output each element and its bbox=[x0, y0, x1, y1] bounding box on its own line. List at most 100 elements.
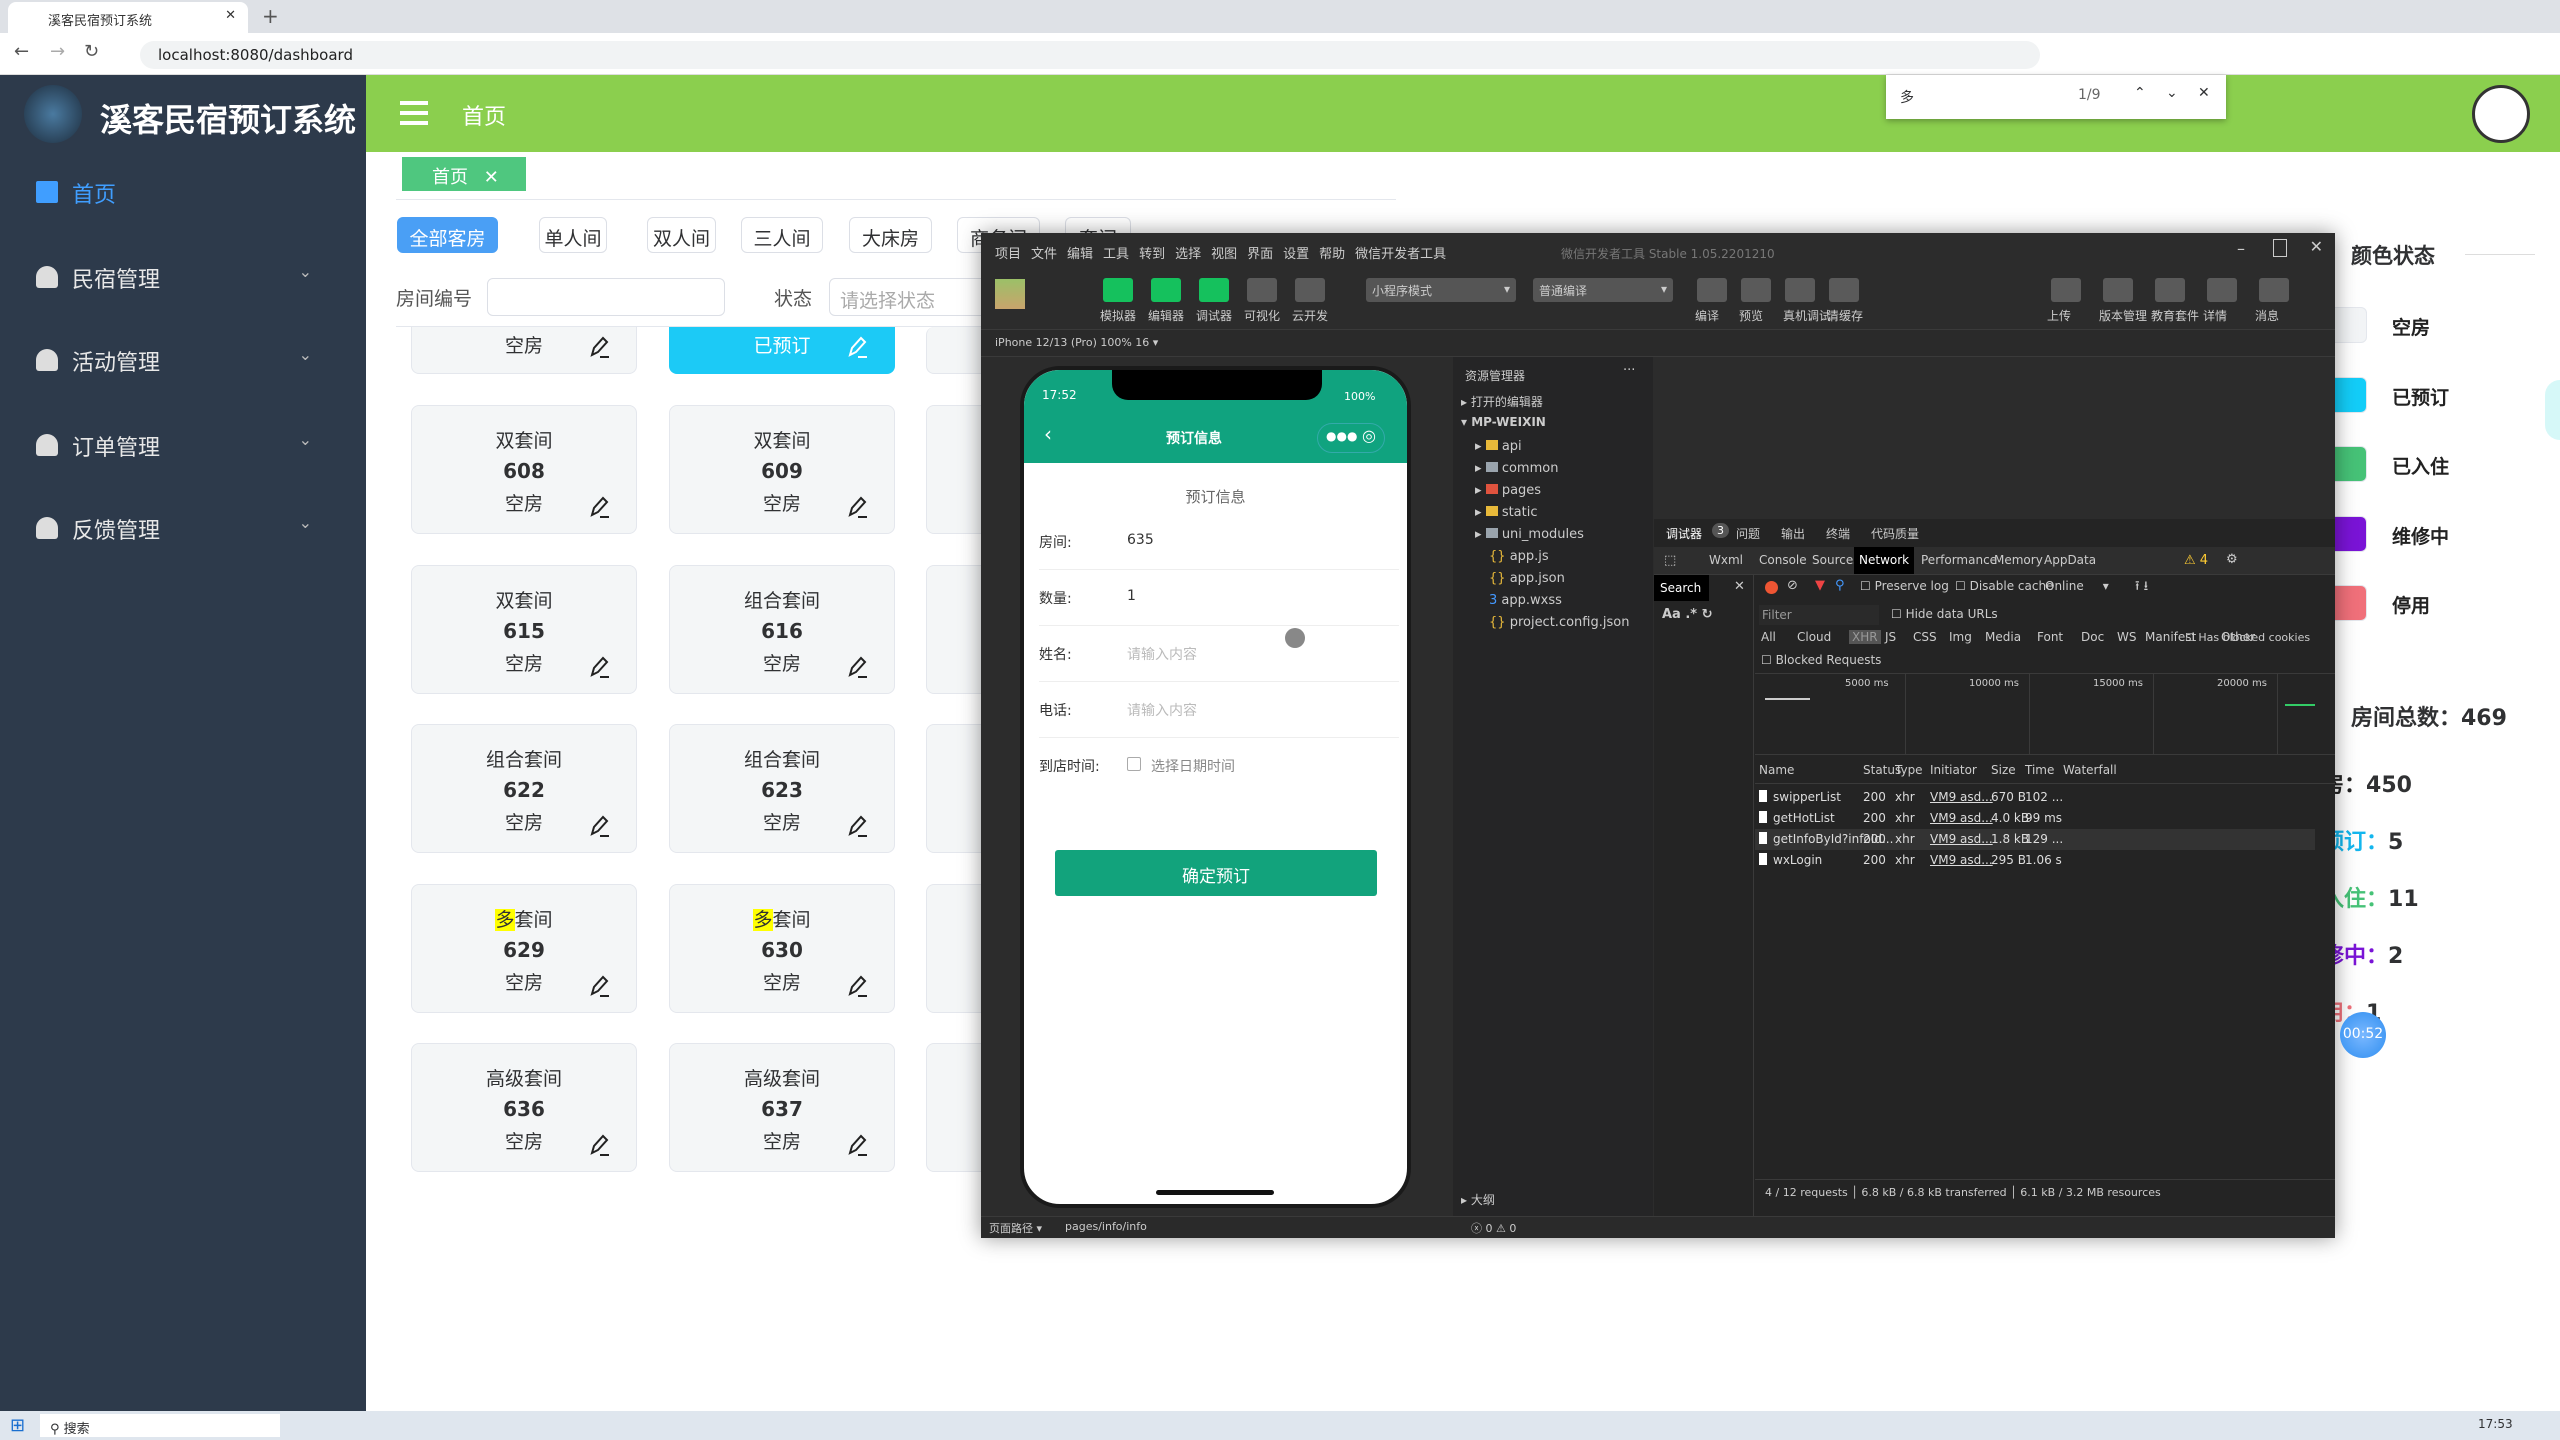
mode-select[interactable]: 小程序模式 ▾ bbox=[1366, 278, 1516, 302]
confirm-booking-button[interactable]: 确定预订 bbox=[1055, 850, 1377, 896]
tool-button[interactable] bbox=[1741, 278, 1771, 302]
filter-3[interactable]: 三人间 bbox=[741, 217, 823, 253]
error-count[interactable]: ⓧ 0 ⚠ 0 bbox=[1471, 1220, 1516, 1236]
filter-icon[interactable]: ▼ bbox=[1815, 578, 1825, 593]
capsule-menu[interactable]: ●●● ◎ bbox=[1317, 423, 1385, 453]
close-tab-icon[interactable]: ✕ bbox=[225, 8, 236, 23]
panel-tab[interactable]: Wxml bbox=[1704, 547, 1748, 574]
search-tab[interactable]: Search bbox=[1654, 575, 1709, 601]
menu-item[interactable]: 文件 bbox=[1031, 247, 1057, 262]
arrival-time-row[interactable]: 到店时间: 选择日期时间 bbox=[1039, 738, 1399, 794]
file-tree-item[interactable]: ▸ common bbox=[1475, 461, 1558, 476]
edit-icon[interactable] bbox=[846, 974, 868, 998]
menu-item[interactable]: 界面 bbox=[1247, 247, 1273, 262]
file-tree-item[interactable]: ▸ api bbox=[1475, 439, 1522, 454]
type-filter[interactable]: Img bbox=[1949, 630, 1972, 644]
side-float-button[interactable] bbox=[2545, 380, 2560, 440]
hamburger-icon[interactable] bbox=[400, 101, 428, 125]
room-card[interactable]: 组合套间 623 空房 bbox=[669, 724, 895, 853]
sidebar-item-1[interactable]: 民宿管理 ⌄ bbox=[0, 248, 366, 308]
type-filter[interactable]: JS bbox=[1885, 630, 1896, 644]
inspect-icon[interactable]: ⬚ bbox=[1664, 553, 1676, 568]
avatar[interactable] bbox=[2472, 85, 2530, 143]
settings-icon[interactable]: ⚙ bbox=[2226, 552, 2238, 567]
room-card[interactable]: 双套间 615 空房 bbox=[411, 565, 637, 694]
back-icon[interactable]: ← bbox=[14, 41, 29, 62]
column-header[interactable]: Time bbox=[2025, 763, 2054, 777]
find-next-icon[interactable]: ⌄ bbox=[2166, 85, 2178, 101]
type-filter[interactable]: Doc bbox=[2081, 630, 2104, 644]
file-tree-item[interactable]: ▸ uni_modules bbox=[1475, 527, 1584, 542]
room-number-input[interactable] bbox=[487, 278, 725, 316]
sidebar-item-4[interactable]: 反馈管理 ⌄ bbox=[0, 499, 366, 559]
menu-item[interactable]: 帮助 bbox=[1319, 247, 1345, 262]
tool-button[interactable] bbox=[1697, 278, 1727, 302]
request-row[interactable]: getHotList 200 xhr VM9 asd... 4.0 kB 99 ms bbox=[1755, 808, 2315, 829]
tool-button[interactable] bbox=[1103, 278, 1133, 302]
column-header[interactable]: Size bbox=[1991, 763, 2016, 777]
room-card[interactable]: 高级套间 637 空房 bbox=[669, 1043, 895, 1172]
throttle-select[interactable]: Online ▾ bbox=[2045, 579, 2109, 593]
room-card[interactable]: 多套间 629 空房 bbox=[411, 884, 637, 1013]
edit-icon[interactable] bbox=[588, 814, 610, 838]
tool-button[interactable] bbox=[1295, 278, 1325, 302]
device-select[interactable]: iPhone 12/13 (Pro) 100% 16 ▾ bbox=[995, 336, 1158, 349]
file-tree-item[interactable]: ▸ pages bbox=[1475, 483, 1541, 498]
close-search-icon[interactable]: ✕ bbox=[1734, 579, 1745, 594]
edit-icon[interactable] bbox=[846, 814, 868, 838]
edit-icon[interactable] bbox=[588, 1133, 610, 1157]
record-icon[interactable] bbox=[1765, 581, 1778, 594]
project-avatar[interactable] bbox=[995, 279, 1025, 309]
find-input[interactable]: 多 bbox=[1900, 87, 1914, 107]
warning-icon[interactable]: ⚠ 4 bbox=[2184, 553, 2208, 568]
type-filter[interactable]: Media bbox=[1985, 630, 2021, 644]
edit-icon[interactable] bbox=[588, 495, 610, 519]
debug-tab[interactable]: 输出 bbox=[1781, 525, 1805, 542]
find-prev-icon[interactable]: ⌃ bbox=[2134, 85, 2146, 101]
tool-button[interactable] bbox=[1199, 278, 1229, 302]
windows-start-icon[interactable]: ⊞ bbox=[10, 1415, 25, 1436]
file-tree-item[interactable]: {} app.js bbox=[1489, 549, 1549, 564]
edit-icon[interactable] bbox=[588, 974, 610, 998]
tool-button[interactable] bbox=[2259, 278, 2289, 302]
edit-icon[interactable] bbox=[588, 335, 610, 359]
import-export-icons[interactable]: ⭱ ⭳ bbox=[2135, 577, 2148, 599]
type-filter[interactable]: All bbox=[1761, 630, 1776, 644]
type-filter[interactable]: CSS bbox=[1913, 630, 1937, 644]
type-filter[interactable]: XHR bbox=[1849, 630, 1881, 644]
find-close-icon[interactable]: ✕ bbox=[2198, 85, 2210, 101]
file-tree-item[interactable]: ▸ static bbox=[1475, 505, 1538, 520]
tool-button[interactable] bbox=[1151, 278, 1181, 302]
type-filter[interactable]: Cloud bbox=[1797, 630, 1831, 644]
reload-icon[interactable]: ↻ bbox=[84, 41, 99, 62]
close-window-icon[interactable]: ✕ bbox=[2310, 237, 2323, 256]
sidebar-item-2[interactable]: 活动管理 ⌄ bbox=[0, 331, 366, 391]
menu-item[interactable]: 微信开发者工具 bbox=[1355, 247, 1446, 262]
debug-tab[interactable]: 代码质量 bbox=[1871, 525, 1919, 542]
debug-tab[interactable]: 终端 bbox=[1826, 525, 1850, 542]
filter-2[interactable]: 双人间 bbox=[647, 217, 716, 253]
debug-tab[interactable]: 问题 bbox=[1736, 525, 1760, 542]
close-tag-icon[interactable]: ✕ bbox=[484, 167, 499, 188]
edit-icon[interactable] bbox=[846, 1133, 868, 1157]
url-input[interactable]: localhost:8080/dashboard bbox=[140, 41, 2040, 69]
timer-bubble[interactable]: 00:52 bbox=[2340, 1012, 2386, 1058]
edit-icon[interactable] bbox=[846, 335, 868, 359]
menu-item[interactable]: 选择 bbox=[1175, 247, 1201, 262]
search-icon[interactable]: ⚲ bbox=[1835, 578, 1845, 593]
tool-button[interactable] bbox=[2207, 278, 2237, 302]
page-path[interactable]: pages/info/info bbox=[1065, 1220, 1147, 1233]
menu-item[interactable]: 项目 bbox=[995, 247, 1021, 262]
menu-item[interactable]: 转到 bbox=[1139, 247, 1165, 262]
column-header[interactable]: Type bbox=[1895, 763, 1923, 777]
file-tree-item[interactable]: {} app.json bbox=[1489, 571, 1565, 586]
room-card[interactable]: 高级套间 636 空房 bbox=[411, 1043, 637, 1172]
filter-input[interactable]: Filter bbox=[1759, 605, 1879, 625]
tag-home[interactable]: 首页 ✕ bbox=[402, 157, 526, 191]
taskbar-search[interactable]: ⚲ 搜索 bbox=[40, 1414, 280, 1437]
new-tab-button[interactable]: + bbox=[262, 4, 279, 28]
request-row[interactable]: swipperList 200 xhr VM9 asd... 670 B 102 ... bbox=[1755, 787, 2315, 808]
menu-item[interactable]: 视图 bbox=[1211, 247, 1237, 262]
menu-item[interactable]: 编辑 bbox=[1067, 247, 1093, 262]
text-input[interactable]: 请输入内容 bbox=[1127, 644, 1197, 664]
